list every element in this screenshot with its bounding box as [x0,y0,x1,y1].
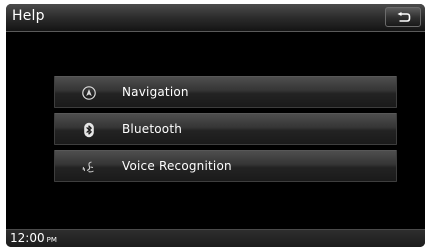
navigation-help-label: Navigation [122,85,189,99]
bluetooth-help-label: Bluetooth [122,122,183,136]
clock-time: 12:00 [10,231,45,245]
clock-ampm: PM [46,236,57,244]
voice-recognition-help-label: Voice Recognition [122,159,232,173]
header-bar: Help [6,4,425,32]
bluetooth-help-button[interactable]: Bluetooth [54,113,397,145]
clock: 12:00 PM [10,231,57,245]
help-screen: Help Navigation Bluetooth Voice Recognit… [6,4,425,247]
back-button[interactable] [385,7,421,27]
page-title: Help [12,8,45,24]
navigation-compass-icon [82,86,96,100]
bluetooth-icon [84,122,94,138]
voice-recognition-icon [82,161,94,173]
voice-recognition-help-button[interactable]: Voice Recognition [54,150,397,182]
navigation-help-button[interactable]: Navigation [54,76,397,108]
back-arrow-icon [397,12,411,22]
status-bar: 12:00 PM [6,229,425,247]
